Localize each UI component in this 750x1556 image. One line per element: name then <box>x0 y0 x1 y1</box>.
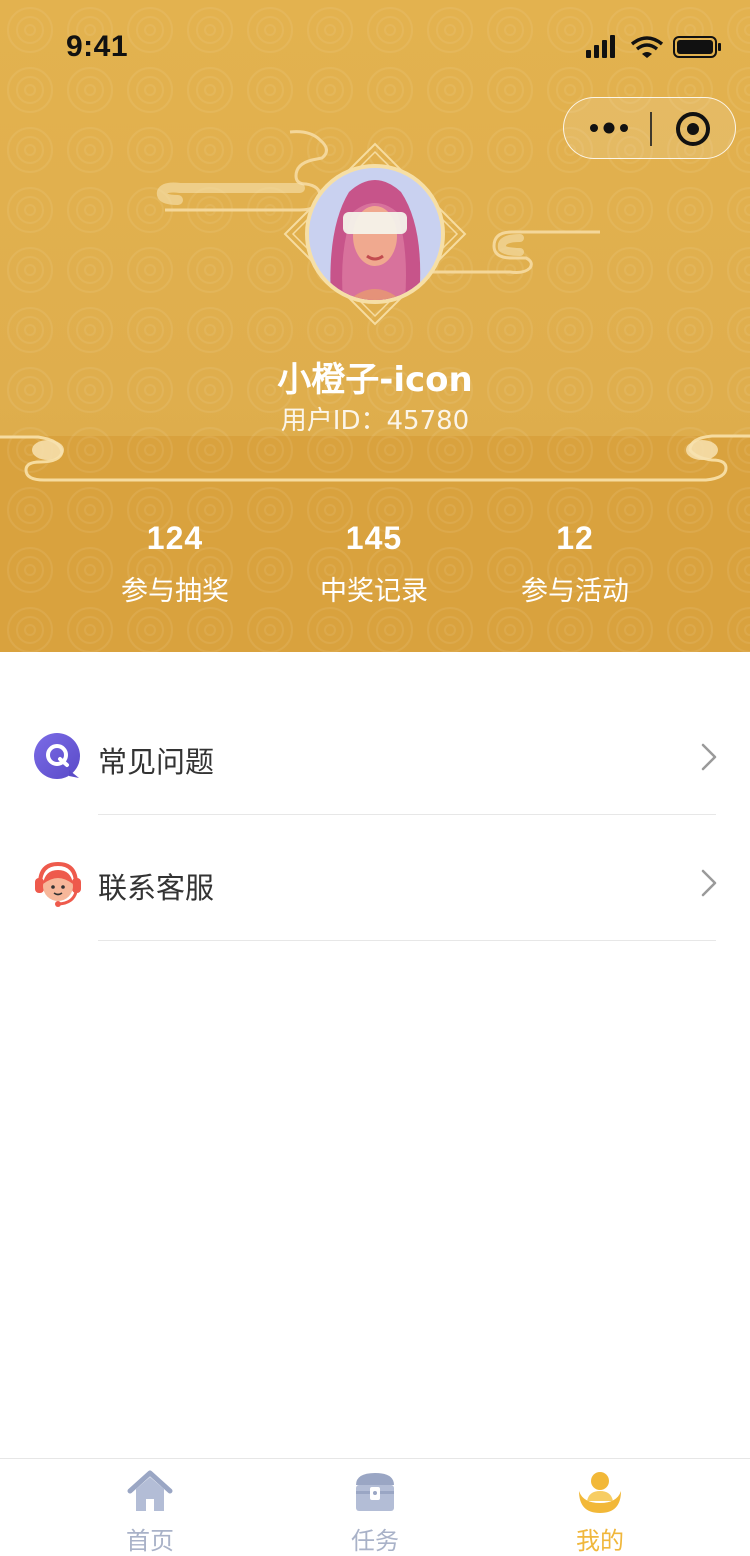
user-id-label: 用户ID： <box>280 406 387 436</box>
chevron-right-icon <box>701 743 717 771</box>
profile-header: 9:41 小橙子-icon 用户ID：45780 124 参与抽奖 145 中奖… <box>0 0 750 652</box>
faq-q-icon <box>34 733 80 779</box>
user-id: 用户ID：45780 <box>0 400 750 437</box>
tab-label: 我的 <box>576 1527 624 1555</box>
menu-item-contact-service[interactable]: 联系客服 <box>0 815 750 941</box>
stat-label: 中奖记录 <box>320 576 428 607</box>
battery-icon <box>673 36 721 58</box>
stat-activities-joined[interactable]: 12 参与活动 <box>475 520 675 608</box>
stat-value: 145 <box>345 520 403 556</box>
wifi-icon <box>630 36 664 58</box>
stat-win-records[interactable]: 145 中奖记录 <box>274 520 474 608</box>
avatar-illustration <box>309 168 441 300</box>
username: 小橙子-icon <box>277 360 473 400</box>
stat-label: 参与抽奖 <box>121 576 229 607</box>
chevron-right-icon <box>701 869 717 897</box>
mini-program-capsule <box>563 97 736 159</box>
close-target-icon[interactable] <box>674 110 712 148</box>
tab-label: 任务 <box>351 1527 399 1555</box>
home-icon <box>127 1470 173 1511</box>
treasure-chest-icon <box>356 1473 394 1511</box>
status-time: 9:41 <box>66 30 129 63</box>
tab-bar: 首页 任务 我的 <box>0 1458 750 1556</box>
stat-value: 124 <box>146 520 204 556</box>
stat-label: 参与活动 <box>521 576 629 607</box>
more-icon[interactable] <box>588 116 630 140</box>
signal-icon <box>586 35 615 58</box>
stat-lottery-joined[interactable]: 124 参与抽奖 <box>75 520 275 608</box>
tab-home[interactable]: 首页 <box>25 1459 275 1556</box>
status-indicators <box>586 35 721 58</box>
tab-tasks[interactable]: 任务 <box>250 1459 500 1556</box>
avatar-frame[interactable] <box>283 142 467 326</box>
avatar <box>305 164 445 304</box>
customer-service-icon <box>35 861 81 907</box>
stat-value: 12 <box>556 520 594 556</box>
menu-item-faq[interactable]: 常见问题 <box>0 689 750 815</box>
capsule-divider <box>650 112 652 146</box>
user-id-value: 45780 <box>386 406 470 436</box>
divider <box>98 940 716 941</box>
tab-label: 首页 <box>126 1527 174 1555</box>
tab-mine[interactable]: 我的 <box>475 1459 725 1556</box>
user-icon <box>579 1472 621 1513</box>
menu-label: 联系客服 <box>98 871 215 905</box>
menu-label: 常见问题 <box>98 745 215 779</box>
